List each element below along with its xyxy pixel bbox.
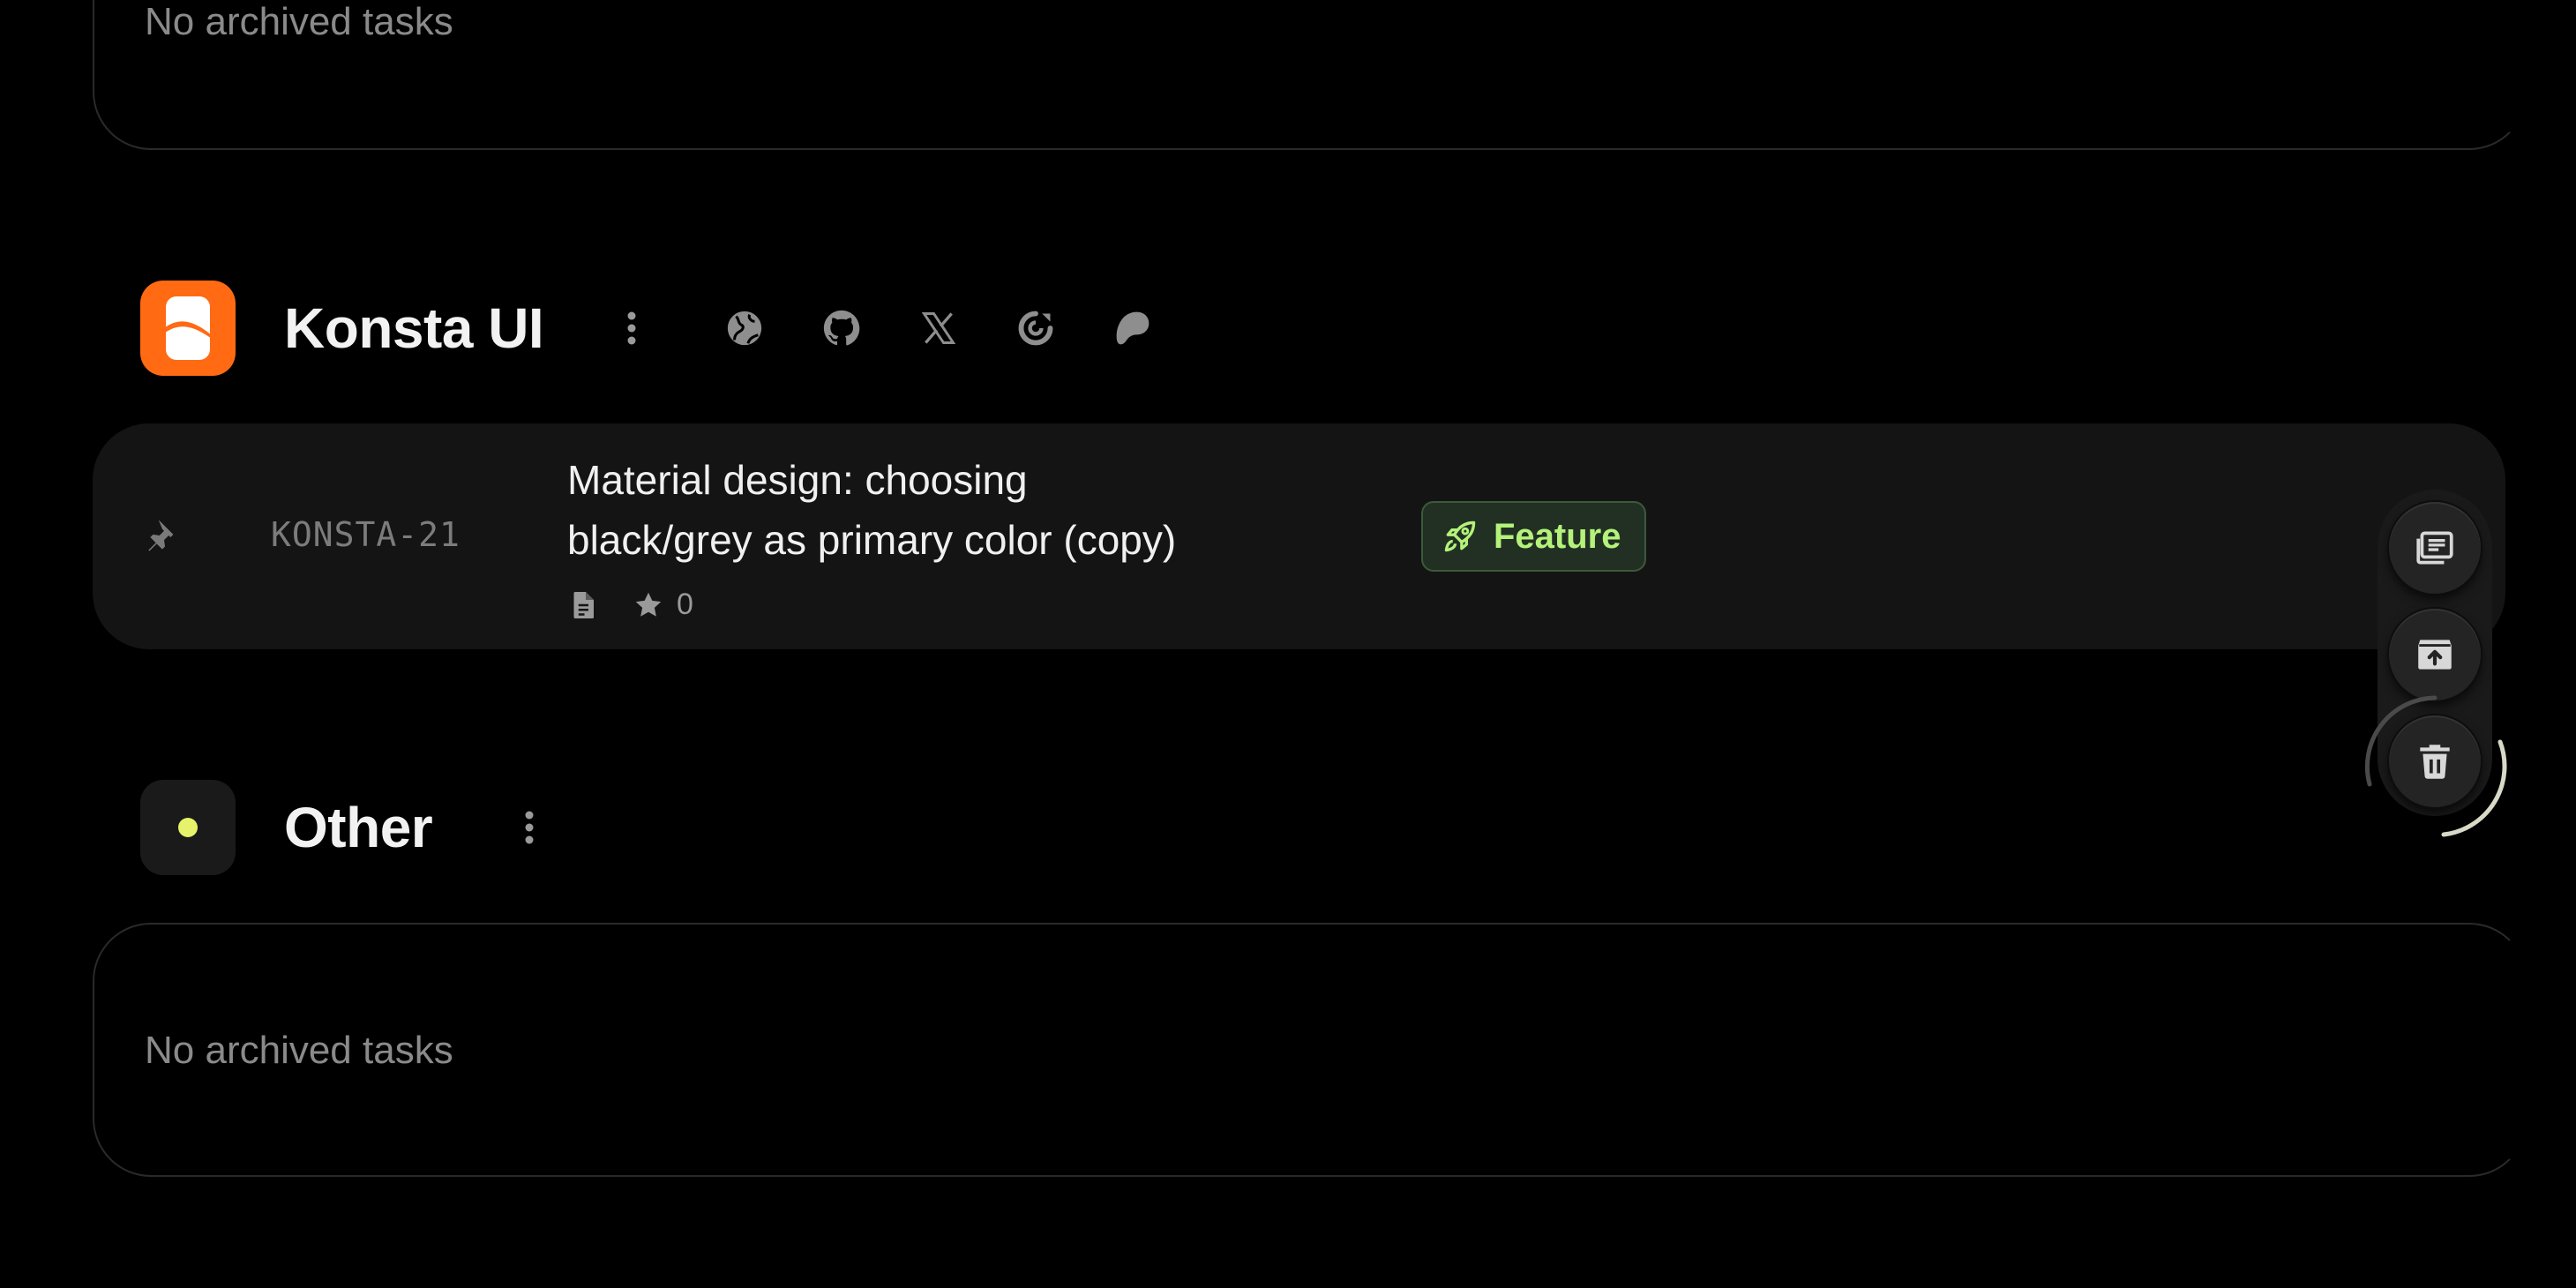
konsta-logo [140, 281, 236, 376]
pin-icon[interactable] [142, 514, 186, 558]
globe-icon[interactable] [720, 303, 769, 353]
task-meta: 0 [567, 588, 693, 622]
delete-button[interactable] [2389, 715, 2481, 807]
task-row[interactable]: KONSTA-21 Material design: choosing blac… [93, 423, 2505, 649]
task-title[interactable]: Material design: choosing black/grey as … [567, 450, 1273, 570]
kebab-icon [525, 811, 534, 844]
archived-tasks-empty-box: No archived tasks [93, 0, 2527, 150]
star-count: 0 [677, 588, 693, 621]
kebab-icon [627, 311, 636, 345]
archive-page: No archived tasks Konsta UI KONSTA-21 Ma… [0, 0, 2576, 1288]
project-links [720, 303, 1205, 353]
trash-icon [2420, 745, 2450, 779]
empty-state-text: No archived tasks [145, 0, 453, 43]
project-header-konsta: Konsta UI [140, 281, 1205, 376]
refresh-icon[interactable] [1011, 303, 1060, 353]
project-name[interactable]: Konsta UI [284, 296, 544, 361]
github-icon[interactable] [817, 303, 866, 353]
task-actions-panel [2378, 490, 2492, 816]
task-title-line2: black/grey as primary color (copy) [567, 517, 1177, 563]
project-header-other: Other [140, 780, 547, 875]
task-id: KONSTA-21 [271, 515, 461, 554]
list-icon [2416, 531, 2453, 565]
feature-tag[interactable]: Feature [1421, 501, 1646, 572]
empty-state-text: No archived tasks [145, 1029, 453, 1072]
details-button[interactable] [2389, 502, 2481, 594]
document-icon [573, 591, 594, 618]
unarchive-button[interactable] [2389, 609, 2481, 700]
dot-icon [178, 818, 198, 837]
project-menu-button[interactable] [512, 801, 547, 854]
other-project-logo [140, 780, 236, 875]
konsta-logo-icon [164, 296, 212, 360]
project-menu-button[interactable] [614, 302, 649, 355]
x-icon[interactable] [914, 303, 963, 353]
task-title-line1: Material design: choosing [567, 457, 1028, 503]
project-name[interactable]: Other [284, 795, 433, 860]
patreon-icon[interactable] [1108, 303, 1157, 353]
unarchive-icon [2418, 640, 2452, 670]
archived-tasks-empty-box: No archived tasks [93, 923, 2527, 1177]
rocket-icon [1444, 520, 1476, 552]
tag-label: Feature [1494, 516, 1621, 556]
star-icon[interactable] [633, 589, 664, 621]
